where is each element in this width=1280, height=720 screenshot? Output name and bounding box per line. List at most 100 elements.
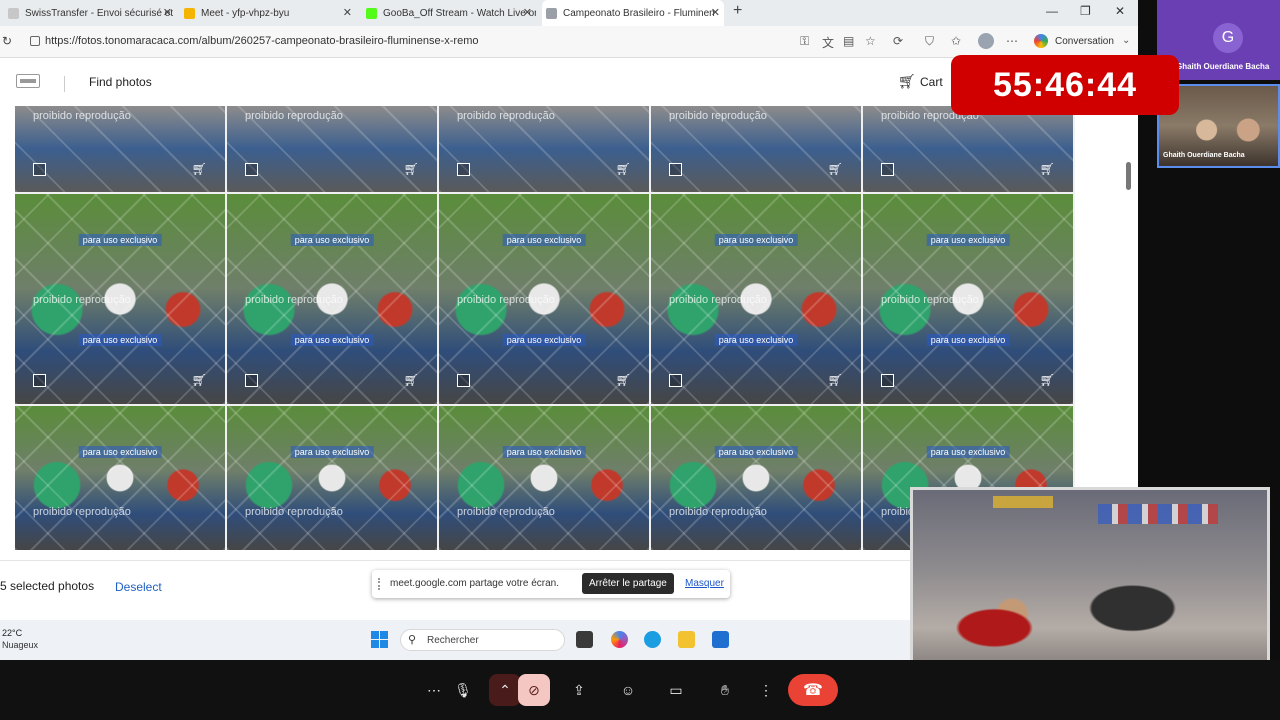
camera-off-icon[interactable]: ⊘ (518, 674, 550, 706)
edge-browser-icon[interactable] (644, 631, 661, 648)
photo-thumbnail[interactable]: para uso exclusivo proibido reprodução (651, 406, 861, 550)
chevron-up-icon[interactable]: ⌃ (489, 674, 521, 706)
extension-icon[interactable]: ⟳ (893, 34, 903, 48)
weather-temperature[interactable]: 22°C (2, 628, 22, 638)
close-tab-icon[interactable]: ✕ (711, 6, 720, 19)
key-icon[interactable]: ⚿ (800, 34, 809, 49)
tab-meet[interactable]: Meet - yfp-vhpz-byu ✕ (180, 0, 356, 26)
photo-thumbnail[interactable]: proibido reprodução 🛒︎ (439, 106, 649, 192)
translate-icon[interactable]: 文 (822, 34, 834, 51)
more-menu-icon[interactable]: ⋯ (1006, 34, 1018, 48)
chevron-down-icon[interactable]: ⌄ (1122, 35, 1130, 46)
maximize-icon[interactable]: ❐ (1080, 4, 1091, 18)
add-to-cart-icon[interactable]: 🛒︎ (404, 162, 419, 176)
tab-campeonato[interactable]: Campeonato Brasileiro - Fluminen ✕ (542, 0, 724, 26)
emoji-icon[interactable]: ☺ (612, 674, 644, 706)
site-logo[interactable] (16, 74, 40, 88)
profile-avatar[interactable] (978, 33, 994, 49)
cart-link[interactable]: Cart (920, 75, 943, 89)
select-checkbox[interactable] (457, 163, 470, 176)
tab-kick-stream[interactable]: GooBa_Off Stream - Watch Live on ✕ (362, 0, 536, 26)
task-view-icon[interactable] (576, 631, 593, 648)
tab-swisstransfer[interactable]: SwissTransfer - Envoi sécurisé et g ✕ (4, 0, 176, 26)
reload-icon[interactable]: ↻ (2, 34, 12, 48)
new-tab-icon[interactable]: + (733, 2, 742, 20)
stream-timer: 55:46:44 (951, 55, 1179, 115)
more-options-icon[interactable]: ⋯ (418, 674, 450, 706)
photo-thumbnail[interactable]: para uso exclusivo proibido reprodução p… (227, 194, 437, 404)
add-to-cart-icon[interactable]: 🛒︎ (828, 162, 843, 176)
find-photos-link[interactable]: Find photos (89, 75, 152, 89)
page-scrollbar[interactable] (1126, 162, 1131, 190)
select-checkbox[interactable] (669, 163, 682, 176)
favorites-icon[interactable]: ✩ (951, 34, 961, 48)
favorite-star-icon[interactable]: ☆ (865, 34, 876, 48)
close-tab-icon[interactable]: ✕ (163, 6, 172, 19)
end-call-button[interactable]: ☎︎ (788, 674, 838, 706)
url-field[interactable]: https://fotos.tonomaracaca.com/album/260… (45, 35, 479, 47)
screen: { "browser": { "tabs": [ {"label": "Swis… (0, 0, 1280, 720)
close-tab-icon[interactable]: ✕ (343, 6, 352, 19)
meet-control-bar: ⋯ 🎙︎ ⌃ ⊘ ⇪ ☺ ▭ ✋︎ ⋮ ☎︎ (0, 660, 1280, 720)
select-checkbox[interactable] (881, 163, 894, 176)
watermark-text: para uso exclusivo (714, 234, 798, 246)
photo-thumbnail[interactable]: proibido reprodução 🛒︎ (863, 106, 1073, 192)
add-to-cart-icon[interactable]: 🛒︎ (1040, 373, 1055, 387)
photo-thumbnail[interactable]: proibido reprodução 🛒︎ (227, 106, 437, 192)
raise-hand-icon[interactable]: ✋︎ (709, 674, 741, 706)
add-to-cart-icon[interactable]: 🛒︎ (404, 373, 419, 387)
select-checkbox[interactable] (33, 163, 46, 176)
select-checkbox[interactable] (669, 374, 682, 387)
copilot-icon[interactable] (1034, 34, 1048, 48)
taskbar-search[interactable]: ⚲ Rechercher (400, 629, 565, 651)
add-to-cart-icon[interactable]: 🛒︎ (192, 373, 207, 387)
minimize-icon[interactable]: — (1046, 4, 1058, 18)
photo-thumbnail[interactable]: para uso exclusivo proibido reprodução p… (439, 194, 649, 404)
microphone-icon[interactable]: 🎙︎ (447, 674, 479, 706)
captions-icon[interactable]: ▭ (660, 674, 692, 706)
photo-thumbnail[interactable]: proibido reprodução 🛒︎ (15, 106, 225, 192)
conversation-label[interactable]: Conversation (1055, 36, 1114, 47)
photo-thumbnail[interactable]: para uso exclusivo proibido reprodução p… (863, 194, 1073, 404)
photo-thumbnail[interactable]: para uso exclusivo proibido reprodução (439, 406, 649, 550)
photo-thumbnail[interactable]: para uso exclusivo proibido reprodução p… (15, 194, 225, 404)
watermark-text: proibido reprodução (245, 506, 343, 518)
deselect-button[interactable]: Deselect (115, 580, 162, 594)
add-to-cart-icon[interactable]: 🛒︎ (616, 162, 631, 176)
add-to-cart-icon[interactable]: 🛒︎ (616, 373, 631, 387)
add-to-cart-icon[interactable]: 🛒︎ (192, 162, 207, 176)
drag-handle-icon[interactable] (378, 578, 380, 590)
cart-icon[interactable]: 🛒︎ (898, 73, 916, 90)
watermark-text: proibido reprodução (881, 294, 979, 306)
watermark-text: proibido reprodução (457, 294, 555, 306)
select-checkbox[interactable] (457, 374, 470, 387)
shield-icon[interactable]: ⛉ (925, 34, 934, 49)
windows-start-icon[interactable] (371, 631, 388, 648)
file-explorer-icon[interactable] (678, 631, 695, 648)
add-to-cart-icon[interactable]: 🛒︎ (1040, 162, 1055, 176)
store-icon[interactable] (712, 631, 729, 648)
select-checkbox[interactable] (245, 163, 258, 176)
photo-thumbnail[interactable]: para uso exclusivo proibido reprodução p… (651, 194, 861, 404)
participant-avatar: G (1213, 23, 1243, 53)
close-tab-icon[interactable]: ✕ (523, 6, 532, 19)
site-info-icon[interactable] (30, 36, 40, 46)
more-vertical-icon[interactable]: ⋮ (750, 674, 782, 706)
weather-description[interactable]: Nuageux (2, 640, 38, 650)
add-to-cart-icon[interactable]: 🛒︎ (828, 373, 843, 387)
hide-notice-link[interactable]: Masquer (685, 578, 724, 589)
close-window-icon[interactable]: ✕ (1115, 4, 1125, 18)
photo-thumbnail[interactable]: para uso exclusivo proibido reprodução (15, 406, 225, 550)
address-bar: ↻ https://fotos.tonomaracaca.com/album/2… (0, 26, 1138, 58)
photo-thumbnail[interactable]: proibido reprodução 🛒︎ (651, 106, 861, 192)
tab-bar: SwissTransfer - Envoi sécurisé et g ✕ Me… (0, 0, 1138, 26)
reader-icon[interactable]: ▤ (843, 34, 854, 48)
photo-thumbnail[interactable]: para uso exclusivo proibido reprodução (227, 406, 437, 550)
select-checkbox[interactable] (33, 374, 46, 387)
video-participant-name: Ghaith Ouerdiane Bacha (1163, 152, 1245, 159)
present-screen-icon[interactable]: ⇪ (563, 674, 595, 706)
stop-sharing-button[interactable]: Arrêter le partage (582, 573, 674, 594)
copilot-app-icon[interactable] (611, 631, 628, 648)
select-checkbox[interactable] (881, 374, 894, 387)
select-checkbox[interactable] (245, 374, 258, 387)
